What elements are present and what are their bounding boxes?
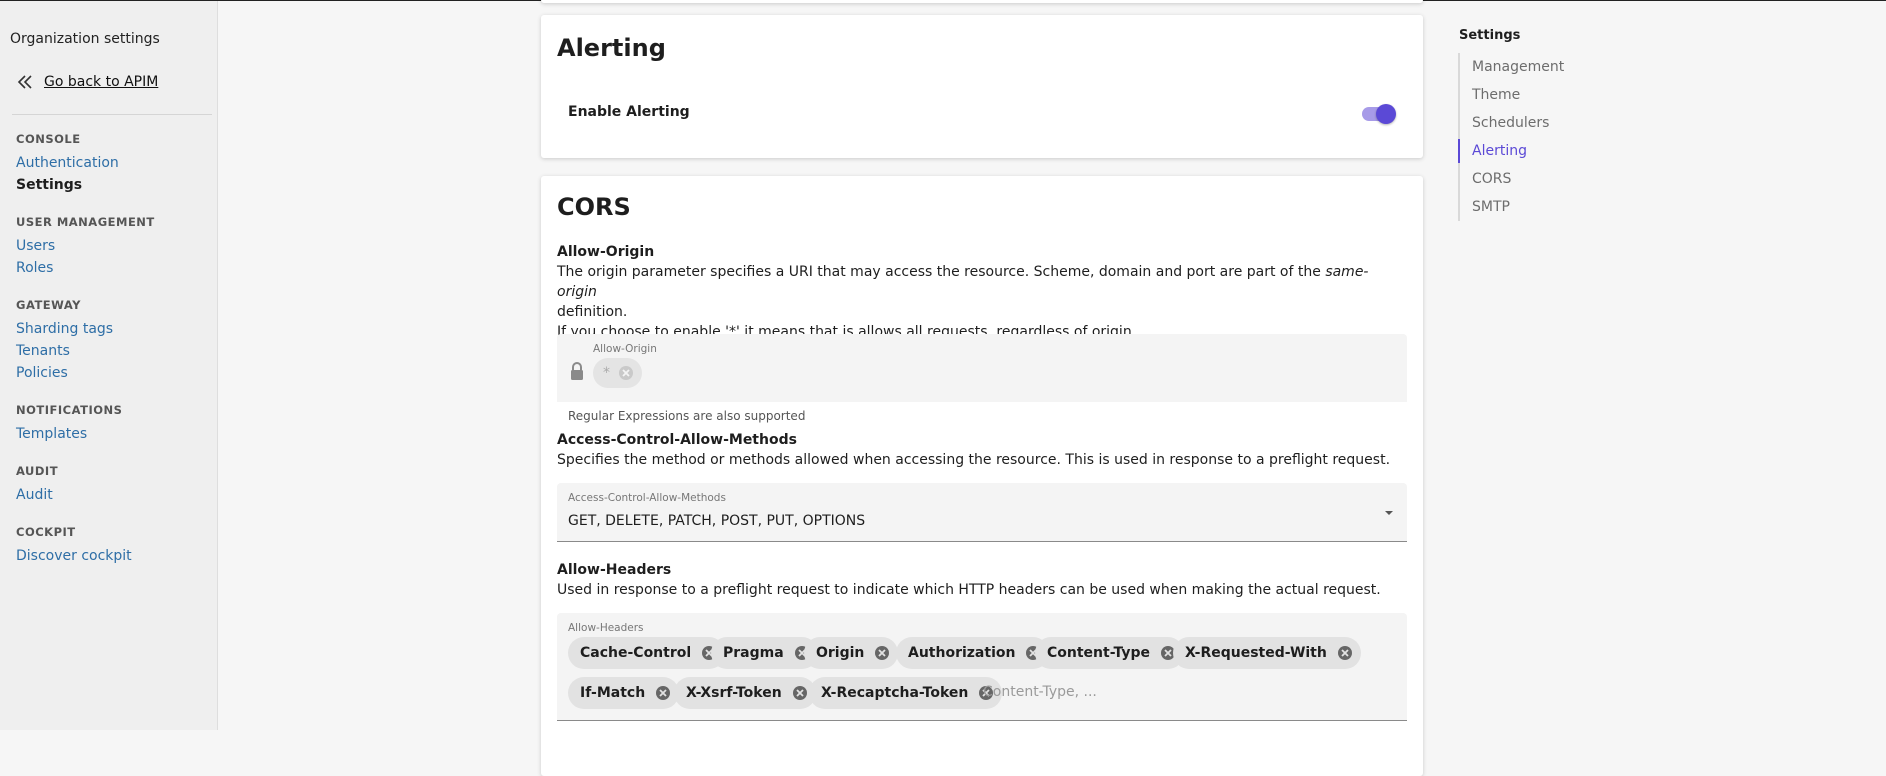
allow-origin-desc-part2: definition. bbox=[557, 304, 628, 320]
back-to-apim-link[interactable]: Go back to APIM bbox=[16, 74, 158, 90]
toc-item-cors[interactable]: CORS bbox=[1460, 165, 1620, 193]
org-settings-title: Organization settings bbox=[10, 31, 160, 47]
alerting-card: Alerting Enable Alerting bbox=[541, 15, 1423, 158]
header-chip: X-Recaptcha-Token bbox=[809, 677, 1003, 709]
section-user-management: USER MANAGEMENT bbox=[16, 215, 155, 229]
methods-select-value: GET, DELETE, PATCH, POST, PUT, OPTIONS bbox=[568, 513, 866, 529]
allow-origin-heading: Allow-Origin bbox=[557, 244, 655, 260]
sidebar-item-authentication[interactable]: Authentication bbox=[16, 155, 119, 171]
section-notifications: NOTIFICATIONS bbox=[16, 403, 123, 417]
alerting-title: Alerting bbox=[557, 34, 666, 62]
header-chip: Authorization bbox=[896, 637, 1050, 669]
remove-chip-icon bbox=[619, 366, 633, 380]
sidebar-divider bbox=[12, 114, 212, 115]
section-console: CONSOLE bbox=[16, 132, 81, 146]
allow-headers-description: Used in response to a preflight request … bbox=[557, 582, 1381, 598]
toc-item-management[interactable]: Management bbox=[1460, 53, 1620, 81]
header-chip: X-Requested-With bbox=[1173, 637, 1361, 669]
header-chip: Content-Type bbox=[1035, 637, 1184, 669]
dropdown-arrow-icon bbox=[1385, 511, 1393, 515]
sidebar-item-audit[interactable]: Audit bbox=[16, 487, 53, 503]
sidebar: Organization settings Go back to APIM CO… bbox=[0, 1, 218, 730]
allow-origin-desc-part1: The origin parameter specifies a URI tha… bbox=[557, 264, 1326, 280]
settings-toc: Management Theme Schedulers Alerting COR… bbox=[1458, 53, 1620, 221]
toggle-thumb bbox=[1376, 104, 1396, 124]
enable-alerting-label: Enable Alerting bbox=[568, 104, 690, 120]
section-cockpit: COCKPIT bbox=[16, 525, 76, 539]
sidebar-item-roles[interactable]: Roles bbox=[16, 260, 53, 276]
header-chip: X-Xsrf-Token bbox=[674, 677, 816, 709]
allow-origin-chip: * bbox=[593, 358, 642, 388]
lock-icon bbox=[571, 362, 583, 380]
sidebar-item-settings[interactable]: Settings bbox=[16, 177, 82, 193]
sidebar-item-policies[interactable]: Policies bbox=[16, 365, 68, 381]
sidebar-item-tenants[interactable]: Tenants bbox=[16, 343, 70, 359]
allow-origin-hint: Regular Expressions are also supported bbox=[568, 409, 806, 423]
header-chip-label: Cache-Control bbox=[580, 645, 692, 661]
cors-card: CORS Allow-Origin The origin parameter s… bbox=[541, 176, 1423, 776]
header-chip-label: Pragma bbox=[723, 645, 784, 661]
cors-title: CORS bbox=[557, 193, 631, 221]
header-chip-label: If-Match bbox=[580, 685, 646, 701]
allow-origin-field: Allow-Origin * bbox=[557, 334, 1407, 402]
header-chip-label: X-Recaptcha-Token bbox=[821, 685, 969, 701]
remove-chip-icon[interactable] bbox=[874, 645, 890, 661]
methods-select[interactable]: Access-Control-Allow-Methods GET, DELETE… bbox=[557, 483, 1407, 542]
methods-heading: Access-Control-Allow-Methods bbox=[557, 432, 797, 448]
sidebar-item-users[interactable]: Users bbox=[16, 238, 55, 254]
sidebar-item-templates[interactable]: Templates bbox=[16, 426, 87, 442]
previous-card-edge bbox=[541, 0, 1423, 3]
toc-item-alerting[interactable]: Alerting bbox=[1458, 137, 1620, 165]
allow-headers-field-label: Allow-Headers bbox=[568, 622, 644, 634]
remove-chip-icon[interactable] bbox=[1337, 645, 1353, 661]
remove-chip-icon[interactable] bbox=[655, 685, 671, 701]
toc-item-theme[interactable]: Theme bbox=[1460, 81, 1620, 109]
methods-field-label: Access-Control-Allow-Methods bbox=[568, 492, 726, 504]
allow-headers-input[interactable]: Content-Type, ... bbox=[983, 684, 1097, 700]
header-chip: Pragma bbox=[711, 637, 818, 669]
header-chip-label: Origin bbox=[816, 645, 865, 661]
enable-alerting-toggle[interactable] bbox=[1360, 102, 1398, 126]
sidebar-item-discover-cockpit[interactable]: Discover cockpit bbox=[16, 548, 132, 564]
double-chevron-left-icon bbox=[17, 75, 32, 89]
toc-item-schedulers[interactable]: Schedulers bbox=[1460, 109, 1620, 137]
header-chip: If-Match bbox=[568, 677, 680, 709]
header-chip: Cache-Control bbox=[568, 637, 726, 669]
remove-chip-icon[interactable] bbox=[792, 685, 808, 701]
allow-origin-field-label: Allow-Origin bbox=[593, 343, 657, 355]
header-chip-label: Authorization bbox=[908, 645, 1016, 661]
header-chip-label: X-Xsrf-Token bbox=[686, 685, 782, 701]
methods-description: Specifies the method or methods allowed … bbox=[557, 452, 1391, 468]
header-chip-label: X-Requested-With bbox=[1185, 645, 1327, 661]
sidebar-item-sharding-tags[interactable]: Sharding tags bbox=[16, 321, 113, 337]
toc-title: Settings bbox=[1459, 28, 1521, 43]
allow-origin-description: The origin parameter specifies a URI tha… bbox=[557, 262, 1397, 342]
allow-headers-heading: Allow-Headers bbox=[557, 562, 672, 578]
section-audit: AUDIT bbox=[16, 464, 59, 478]
back-link-label: Go back to APIM bbox=[44, 74, 159, 90]
allow-origin-chip-value: * bbox=[603, 365, 610, 381]
header-chip-label: Content-Type bbox=[1047, 645, 1150, 661]
header-chip: Origin bbox=[804, 637, 899, 669]
toc-item-smtp[interactable]: SMTP bbox=[1460, 193, 1620, 221]
section-gateway: GATEWAY bbox=[16, 298, 81, 312]
allow-headers-field: Allow-Headers Cache-Control Pragma Origi… bbox=[557, 613, 1407, 721]
